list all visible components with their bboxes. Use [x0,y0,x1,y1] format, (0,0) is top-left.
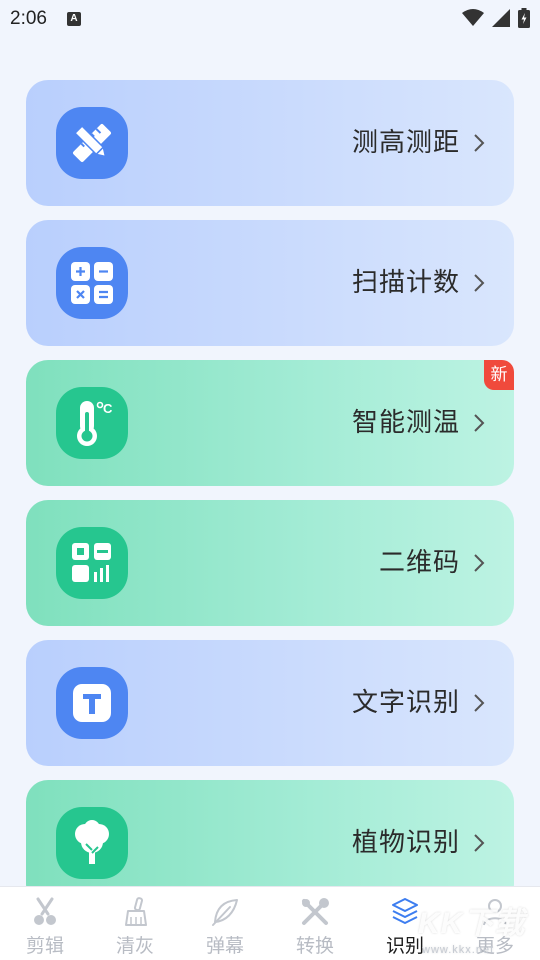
card-label: 扫描计数 [351,268,460,298]
battery-charging-icon [518,8,530,28]
nav-label: 弹幕 [205,935,244,957]
a-letter-icon: A [66,12,81,26]
watermark-url: www.kkx.net [422,944,495,956]
tools-icon [302,898,329,925]
tree-icon [56,807,128,879]
broom-icon [125,897,147,926]
card-text-recognition[interactable]: 文字识别 [26,640,514,766]
status-time: 2:06 [10,8,47,29]
chevron-right-icon [474,134,485,152]
card-label: 文字识别 [351,688,460,718]
card-label: 智能测温 [351,408,460,438]
status-bar: 2:06 A [0,0,540,38]
signal-icon [492,9,510,27]
watermark: KK下载 www.kkx.net [418,898,538,958]
nav-item-convert[interactable]: 转换 [270,887,360,960]
chevron-right-icon [474,834,485,852]
cube-layers-icon [392,898,418,924]
nav-label: 转换 [295,935,334,957]
ruler-pencil-icon [56,107,128,179]
card-height-distance[interactable]: 测高测距 [26,80,514,206]
svg-text:C: C [103,401,113,416]
text-t-icon [56,667,128,739]
nav-label: 清灰 [115,935,154,957]
chevron-right-icon [474,554,485,572]
card-smart-temperature[interactable]: C 智能测温 新 [26,360,514,486]
status-icons [462,8,530,28]
nav-item-edit[interactable]: 剪辑 [0,887,90,960]
nav-label: 剪辑 [25,935,64,957]
watermark-text: KK下载 [418,907,526,940]
chevron-right-icon [474,414,485,432]
new-badge: 新 [484,360,514,390]
card-label: 二维码 [378,548,460,578]
card-label: 测高测距 [351,128,460,158]
calculator-icon [56,247,128,319]
thermometer-icon: C [56,387,128,459]
chevron-right-icon [474,694,485,712]
nav-item-danmaku[interactable]: 弹幕 [180,887,270,960]
qr-code-icon [56,527,128,599]
scissors-icon [34,897,56,925]
chevron-right-icon [474,274,485,292]
nav-item-clean[interactable]: 清灰 [90,887,180,960]
card-qr-code[interactable]: 二维码 [26,500,514,626]
card-scan-count[interactable]: 扫描计数 [26,220,514,346]
wifi-icon [462,9,484,26]
feather-icon [212,899,238,926]
